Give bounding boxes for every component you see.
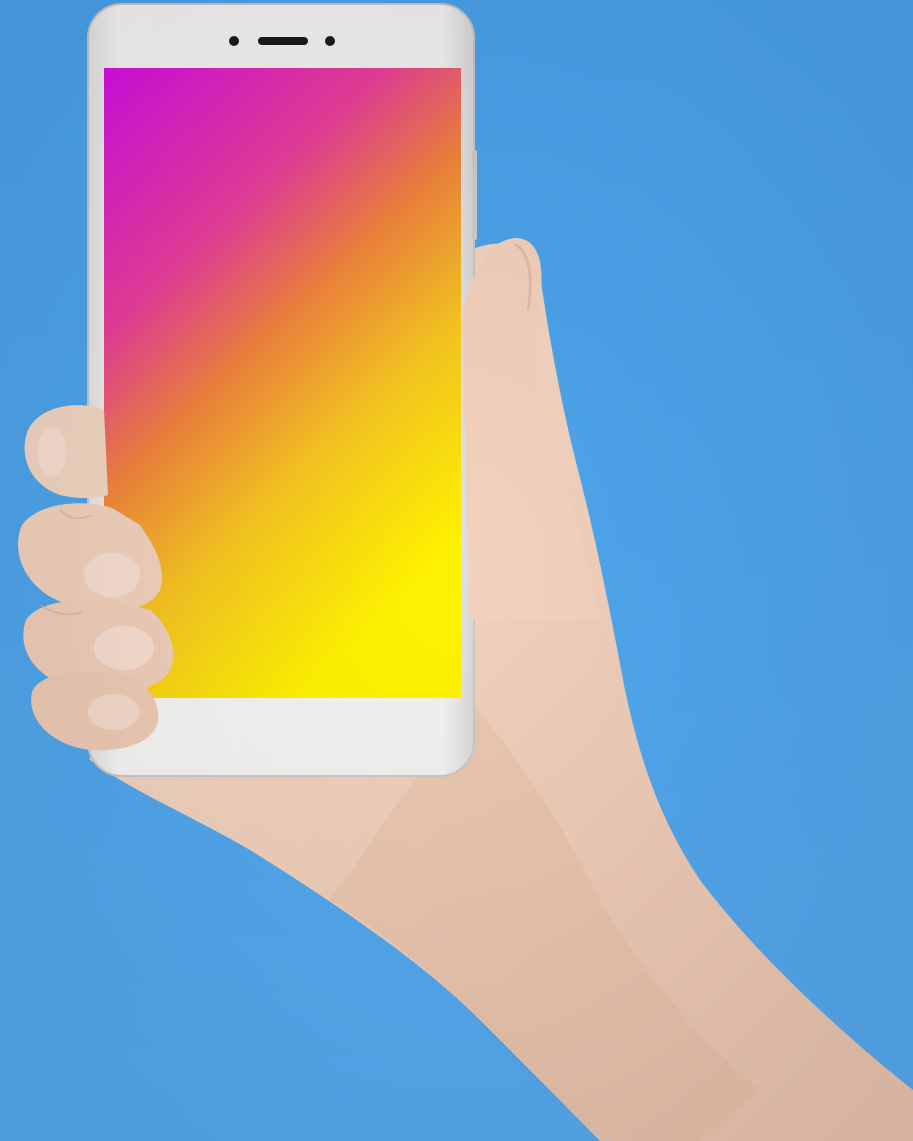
hand-holding-phone-photo xyxy=(0,0,913,1141)
photo-scene xyxy=(0,0,913,1141)
